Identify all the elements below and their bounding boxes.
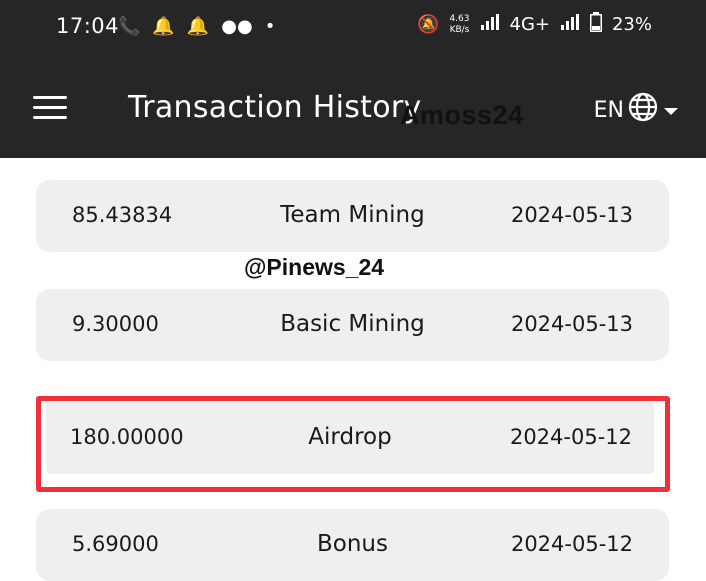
status-right-group: 🔕 4.63 KB/s 4G+ 23%: [417, 12, 652, 37]
status-notification-icons: 📞 🔔 🔔 ●● •: [118, 16, 275, 37]
transaction-row[interactable]: 5.69000 Bonus 2024-05-12: [36, 509, 669, 581]
watermark-middle: @Pinews_24: [244, 254, 385, 280]
language-label: EN: [593, 97, 624, 123]
status-bar: 17:04 📞 🔔 🔔 ●● • 🔕 4.63 KB/s 4G+ 23%: [0, 0, 706, 60]
transaction-date: 2024-05-12: [510, 532, 633, 556]
bell-icon: 🔔: [186, 16, 210, 37]
page-title: Transaction History: [128, 90, 422, 125]
signal-icon: [480, 14, 500, 35]
network-type: 4G+: [509, 14, 550, 35]
bell-icon: 🔔: [152, 16, 175, 37]
menu-icon[interactable]: [33, 96, 67, 122]
globe-icon: [628, 92, 658, 128]
call-forward-icon: 📞: [118, 16, 141, 37]
dot-icon: •: [264, 16, 276, 37]
battery-level: 23%: [611, 14, 652, 35]
transaction-row[interactable]: 85.43834 Team Mining 2024-05-13: [36, 180, 669, 252]
medium-icon: ●●: [221, 16, 253, 37]
mute-icon: 🔕: [417, 14, 440, 35]
status-time: 17:04: [56, 14, 120, 38]
app-bar: Transaction History EN: [0, 60, 706, 158]
language-selector[interactable]: EN: [594, 92, 680, 128]
signal-icon: [560, 14, 580, 35]
transaction-row[interactable]: 9.30000 Basic Mining 2024-05-13: [36, 289, 669, 361]
transaction-date: 2024-05-13: [510, 312, 633, 336]
battery-icon: [589, 12, 602, 37]
highlight-box: [36, 396, 670, 492]
transaction-date: 2024-05-13: [510, 203, 633, 227]
net-speed: 4.63 KB/s: [449, 13, 470, 35]
chevron-down-icon: [662, 98, 680, 123]
watermark-top: Amoss24: [400, 100, 524, 130]
